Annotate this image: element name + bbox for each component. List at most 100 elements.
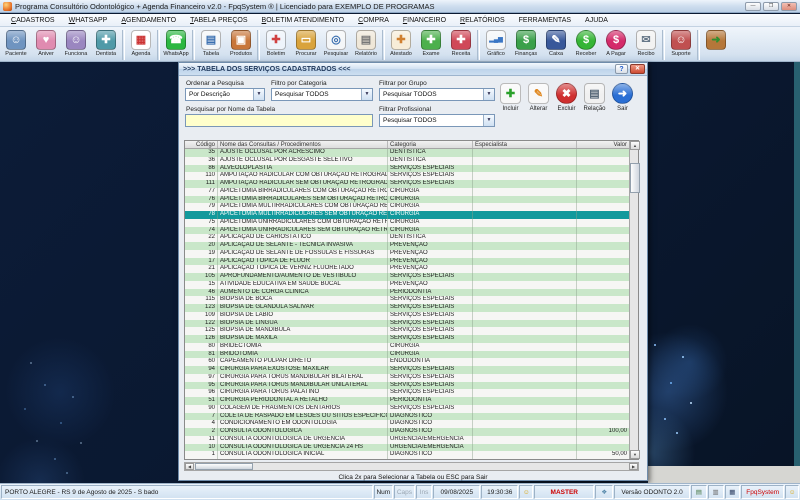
grupo-select[interactable]: Pesquisar TODOS ▼ [379,88,495,101]
table-row[interactable]: 95CIRURGIA PARA TORUS MANDIBULAR UNILATE… [185,382,629,390]
table-row[interactable]: 122BIOPSIA DE LÍNGUASERVIÇOS ESPECIAIS [185,320,629,328]
scroll-left-icon[interactable]: ◀ [185,463,194,470]
toolbar-button-suporte[interactable]: ☺Suporte [666,28,696,57]
menu-agendamento[interactable]: AGENDAMENTO [114,17,183,24]
minimize-button[interactable]: — [745,2,761,11]
table-row[interactable]: 4CONDICIONAMENTO EM ODONTOLOGIADIAGNÓSTI… [185,420,629,428]
table-row[interactable]: 76APICETOMIA BIRRADICULARES SEM OBTURAÇÃ… [185,196,629,204]
table-row[interactable]: 110AMPUTAÇÃO RADICULAR COM OBTURAÇÃO RET… [185,172,629,180]
column-header-categoria[interactable]: Categoria [388,141,473,148]
menu-whatsapp[interactable]: WHATSAPP [62,17,115,24]
ordenar-select[interactable]: Por Descrição ▼ [185,88,265,101]
table-row[interactable]: 11CONSULTA ODONTOLÓGICA DE URGÊNCIAURGÊN… [185,436,629,444]
menu-relat-rios[interactable]: RELATÓRIOS [453,17,512,24]
excluir-button[interactable]: ✖Excluir [553,83,580,112]
toolbar-button-tabela[interactable]: ▤Tabela [196,28,226,57]
table-row[interactable]: 35AJUSTE OCLUSAL POR ACRÉSCIMODENTÍSTICA [185,149,629,157]
table-row[interactable]: 123BIOPSIA DE GLÂNDULA SALIVARSERVIÇOS E… [185,304,629,312]
menu-boletim-atendimento[interactable]: BOLETIM ATENDIMENTO [255,17,352,24]
table-row[interactable]: 105APROFUNDAMENTO/AUMENTO DE VESTIBULOSE… [185,273,629,281]
table-row[interactable]: 10CONSULTA ODONTOLÓGICA DE URGÊNCIA 24 H… [185,444,629,452]
toolbar-button-relatorio[interactable]: ▤Relatório [351,28,381,57]
table-row[interactable]: 97CIRURGIA PARA TORUS MANDIBULAR BILATER… [185,374,629,382]
column-header-nome-das-consultas-procedimentos[interactable]: Nome das Consultas / Procedimentos [218,141,388,148]
table-row[interactable]: 1CONSULTA ODONTOLÓGICA INICIALDIAGNÓSTIC… [185,451,629,459]
toolbar-button-dentista[interactable]: ✚Dentista [91,28,121,57]
table-row[interactable]: 125BIOPSIA DE MANDIBULASERVIÇOS ESPECIAI… [185,327,629,335]
menu-financeiro[interactable]: FINANCEIRO [396,17,453,24]
table-row[interactable]: 46AUMENTO DE COROA CLINICAPERIODONTIA [185,289,629,297]
table-row[interactable]: 60CAPEAMENTO PULPAR DIRETOENDODONTIA [185,358,629,366]
toolbar-button-aniversariantes[interactable]: ♥Aniver [31,28,61,57]
table-row[interactable]: 22APLICAÇÃO DE CARIOSTÁTICODENTÍSTICA [185,234,629,242]
menu-cadastros[interactable]: CADASTROS [4,17,62,24]
profissional-select[interactable]: Pesquisar TODOS ▼ [379,114,495,127]
scroll-thumb[interactable] [195,463,253,470]
table-row[interactable]: 109BIOPSIA DE LÁBIOSERVIÇOS ESPECIAIS [185,312,629,320]
toolbar-button-paciente[interactable]: ☺Paciente [1,28,31,57]
table-row[interactable]: 90COLAGEM DE FRAGMENTOS DENTARIOSSERVIÇO… [185,405,629,413]
table-row[interactable]: 75APICETOMIA UNIRRADICULARES COM OBTURAÇ… [185,219,629,227]
menu-ajuda[interactable]: AJUDA [578,17,615,24]
column-header-valor[interactable]: Valor [577,141,629,148]
table-row[interactable]: 115BIOPSIA DE BOCASERVIÇOS ESPECIAIS [185,296,629,304]
table-row[interactable]: 77APICETOMIA BIRRADICULARES COM OBTURAÇÃ… [185,188,629,196]
toolbar-button-financas[interactable]: $Finanças [511,28,541,57]
table-row[interactable]: 81BRIDOTOMIACIRURGIA [185,351,629,359]
toolbar-button-grafico[interactable]: ▂▄▆Gráfico [481,28,511,57]
toolbar-button-agenda[interactable]: ▦Agenda [126,28,156,57]
table-row[interactable]: 15ATIVIDADE EDUCATIVA EM SAÚDE BUCALPREV… [185,281,629,289]
dialog-close-button[interactable]: ✕ [630,64,645,74]
toolbar-button-atestado[interactable]: ✚Atestado [386,28,416,57]
toolbar-button-produtos[interactable]: ▣Produtos [226,28,256,57]
toolbar-button-boletim[interactable]: ✚Boletim [261,28,291,57]
scroll-up-icon[interactable]: ▲ [630,141,640,150]
table-row[interactable]: 19APLICAÇÃO DE SELANTE DE FÓSSULAS E FIS… [185,250,629,258]
menu-ferramentas[interactable]: FERRAMENTAS [512,17,578,24]
sair-button[interactable]: ➜Sair [609,83,636,112]
table-row[interactable]: 79APICETOMIA MULTIRRADICULARES COM OBTUR… [185,203,629,211]
scroll-right-icon[interactable]: ▶ [629,463,638,470]
table-row[interactable]: 126BIOPSIA DE MAXILASERVIÇOS ESPECIAIS [185,335,629,343]
incluir-button[interactable]: ✚Incluir [497,83,524,112]
relacao-button[interactable]: ▤Relação [581,83,608,112]
scroll-thumb[interactable] [630,163,640,193]
vertical-scrollbar[interactable]: ▲ ▼ [629,141,638,459]
table-row[interactable]: 7COLETA DE RASPADO EM LESÕES OU SITIOS E… [185,413,629,421]
categoria-select[interactable]: Pesquisar TODOS ▼ [271,88,373,101]
column-header-especialista[interactable]: Especialista [473,141,577,148]
toolbar-button-procurar[interactable]: ▭Procurar [291,28,321,57]
toolbar-button-receber[interactable]: $Receber [571,28,601,57]
table-row[interactable]: 2CONSULTA ODONTOLÓGICADIAGNÓSTICO100,00 [185,428,629,436]
menu-tabela-pre-os[interactable]: TABELA PREÇOS [183,17,254,24]
scroll-down-icon[interactable]: ▼ [630,450,640,459]
toolbar-button-a-pagar[interactable]: $A Pagar [601,28,631,57]
table-row[interactable]: 51CIRURGIA PERIODONTAL A RETALHOPERIODON… [185,397,629,405]
alterar-button[interactable]: ✎Alterar [525,83,552,112]
table-row[interactable]: 74APICETOMIA UNIRRADICULARES SEM OBTURAÇ… [185,227,629,235]
table-row[interactable]: 17APLICAÇÃO TÓPICA DE FLÚORPREVENÇÃO [185,258,629,266]
menu-compra[interactable]: COMPRA [351,17,396,24]
column-header-c-digo[interactable]: Código [185,141,218,148]
table-row[interactable]: 21APLICAÇÃO TÓPICA DE VERNIZ FLUORETADOP… [185,265,629,273]
restore-button[interactable]: ❐ [763,2,779,11]
toolbar-button-sair-exit-door[interactable]: ➜ [701,28,731,51]
toolbar-button-pesquisar[interactable]: ◎Pesquisar [321,28,351,57]
table-row[interactable]: 96CIRURGIA PARA TORUS PALATINOSERVIÇOS E… [185,389,629,397]
toolbar-button-recibo[interactable]: ✉Recibo [631,28,661,57]
table-row[interactable]: 36AJUSTE OCLUSAL POR DESGASTE SELETIVODE… [185,157,629,165]
toolbar-button-funcionario[interactable]: ☺Funciona [61,28,91,57]
toolbar-button-exame[interactable]: ✚Exame [416,28,446,57]
table-row[interactable]: 94CIRURGIA PARA EXOSTOSE MAXILARSERVIÇOS… [185,366,629,374]
toolbar-button-caixa[interactable]: ✎Caixa [541,28,571,57]
table-row[interactable]: 86ALVEOLOPLASTIASERVIÇOS ESPECIAIS [185,165,629,173]
toolbar-button-receita[interactable]: ✚Receita [446,28,476,57]
table-row[interactable]: 80BRIDECTOMIACIRURGIA [185,343,629,351]
table-row[interactable]: 111AMPUTAÇÃO RADICULAR SEM OBTURAÇÃO RET… [185,180,629,188]
close-button[interactable]: ✕ [781,2,797,11]
dialog-help-button[interactable]: ? [615,64,628,74]
horizontal-scrollbar[interactable]: ◀ ▶ [184,462,639,471]
table-row[interactable]: 78APICETOMIA MULTIRRADICULARES SEM OBTUR… [185,211,629,219]
table-name-search-input[interactable] [185,114,373,127]
table-row[interactable]: 20APLICAÇÃO DE SELANTE - TÉCNICA INVASIV… [185,242,629,250]
